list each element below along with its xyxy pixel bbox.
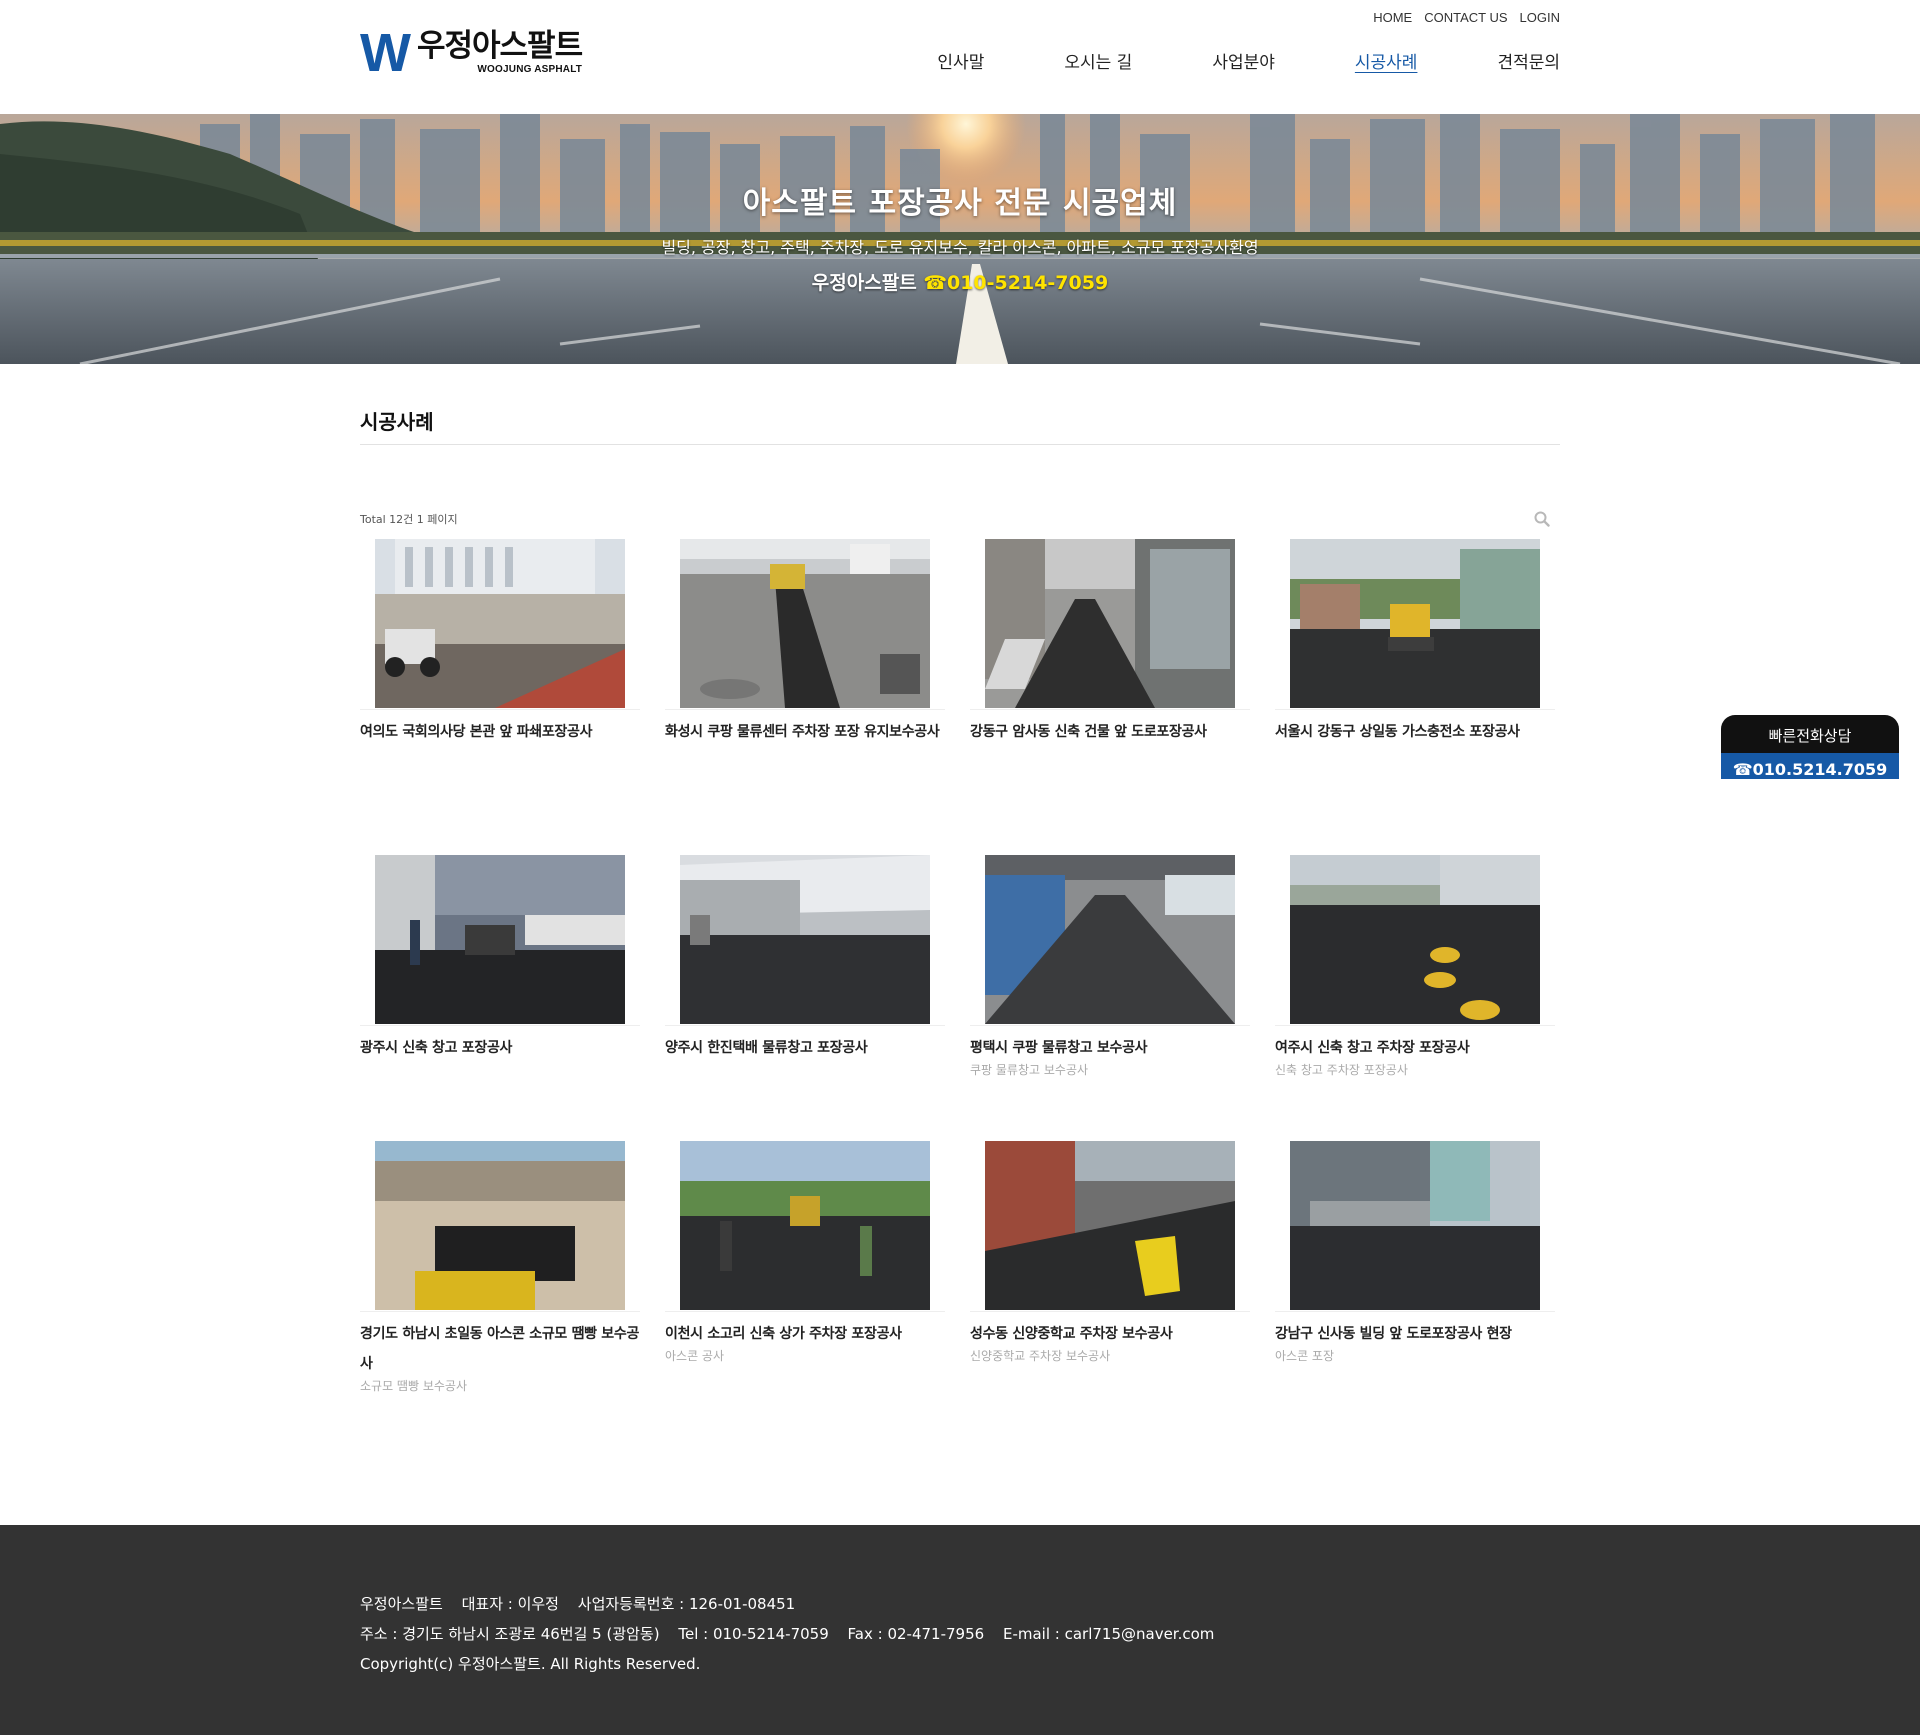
case-title[interactable]: 서울시 강동구 상일동 가스충전소 포장공사 [1275,717,1555,747]
nav-business[interactable]: 사업분야 [1212,48,1275,73]
quick-call-phone[interactable]: ☎010.5214.7059 [1721,753,1899,779]
case-thumbnail[interactable] [680,539,930,708]
site-logo[interactable]: W 우정아스팔트 WOOJUNG ASPHALT [360,23,583,83]
gallery-item[interactable]: 성수동 신양중학교 주차장 보수공사 신양중학교 주차장 보수공사 [970,1141,1250,1393]
gallery-row-3: 경기도 하남시 초일동 아스콘 소규모 땜빵 보수공사 소규모 땜빵 보수공사 … [360,1141,1560,1393]
case-title[interactable]: 성수동 신양중학교 주차장 보수공사 [970,1319,1250,1349]
content-area: 시공사례 Total 12건 1 페이지 여의도 국회의사당 본관 앞 파쇄포장… [360,364,1560,1393]
hero-company: 우정아스팔트 [811,272,917,294]
search-icon[interactable] [1534,511,1550,527]
case-thumbnail[interactable] [985,855,1235,1024]
gallery-item[interactable]: 서울시 강동구 상일동 가스충전소 포장공사 [1275,539,1555,847]
gallery-item[interactable]: 광주시 신축 창고 포장공사 [360,855,640,1133]
case-title[interactable]: 광주시 신축 창고 포장공사 [360,1033,640,1063]
case-title[interactable]: 화성시 쿠팡 물류센터 주차장 포장 유지보수공사 [665,717,945,747]
case-description: 쿠팡 물류창고 보수공사 [970,1063,1089,1077]
case-title[interactable]: 강남구 신사동 빌딩 앞 도로포장공사 현장 [1275,1319,1555,1349]
hero-title: 아스팔트 포장공사 전문 시공업체 [742,186,1178,221]
nav-directions[interactable]: 오시는 길 [1064,48,1132,73]
gallery-row-1: 여의도 국회의사당 본관 앞 파쇄포장공사 화성시 쿠팡 물류센터 주차장 포장… [360,539,1560,847]
footer-tel: Tel : 010-5214-7059 [678,1625,829,1643]
gallery-item[interactable]: 양주시 한진택배 물류창고 포장공사 [665,855,945,1133]
footer-email[interactable]: E-mail : carl715@naver.com [1003,1625,1214,1643]
logo-mark: W [360,23,411,83]
site-header: W 우정아스팔트 WOOJUNG ASPHALT HOME CONTACT US… [360,0,1560,114]
hero-phone[interactable]: 010-5214-7059 [947,272,1108,294]
case-thumbnail[interactable] [680,855,930,1024]
nav-greeting[interactable]: 인사말 [937,48,984,73]
case-thumbnail[interactable] [375,855,625,1024]
gallery-item[interactable]: 이천시 소고리 신축 상가 주차장 포장공사 아스콘 공사 [665,1141,945,1393]
footer-ceo: 대표자 : 이우정 [461,1595,559,1613]
case-thumbnail[interactable] [1290,855,1540,1024]
case-title[interactable]: 여주시 신축 창고 주차장 포장공사 [1275,1033,1555,1063]
case-description: 아스콘 포장 [1275,1349,1335,1363]
case-thumbnail[interactable] [680,1141,930,1310]
gallery-item[interactable]: 평택시 쿠팡 물류창고 보수공사 쿠팡 물류창고 보수공사 [970,855,1250,1133]
case-thumbnail[interactable] [985,539,1235,708]
case-description: 신축 창고 주차장 포장공사 [1275,1063,1408,1077]
case-title[interactable]: 강동구 암사동 신축 건물 앞 도로포장공사 [970,717,1250,747]
case-title[interactable]: 이천시 소고리 신축 상가 주차장 포장공사 [665,1319,945,1349]
footer-company-line: 우정아스팔트 대표자 : 이우정 사업자등록번호 : 126-01-08451 [360,1589,1560,1619]
gallery-item[interactable]: 여주시 신축 창고 주차장 포장공사 신축 창고 주차장 포장공사 [1275,855,1555,1133]
case-thumbnail[interactable] [1290,539,1540,708]
case-title[interactable]: 경기도 하남시 초일동 아스콘 소규모 땜빵 보수공사 [360,1319,640,1379]
utility-menu: HOME CONTACT US LOGIN [1373,10,1560,25]
gallery-item[interactable]: 여의도 국회의사당 본관 앞 파쇄포장공사 [360,539,640,847]
main-nav: 인사말 오시는 길 사업분야 시공사례 견적문의 [857,48,1560,73]
site-footer: 우정아스팔트 대표자 : 이우정 사업자등록번호 : 126-01-08451 … [0,1525,1920,1735]
util-home-link[interactable]: HOME [1373,10,1412,25]
quick-call-widget[interactable]: 빠른전화상담 ☎010.5214.7059 [1721,715,1899,779]
case-description: 소규모 땜빵 보수공사 [360,1379,467,1393]
footer-biz-no: 사업자등록번호 : 126-01-08451 [577,1595,796,1613]
case-title[interactable]: 양주시 한진택배 물류창고 포장공사 [665,1033,945,1063]
nav-estimate[interactable]: 견적문의 [1497,48,1560,73]
footer-fax: Fax : 02-471-7956 [847,1625,985,1643]
gallery-item[interactable]: 경기도 하남시 초일동 아스콘 소규모 땜빵 보수공사 소규모 땜빵 보수공사 [360,1141,640,1393]
phone-icon: ☎ [923,272,947,294]
gallery-item[interactable]: 강동구 암사동 신축 건물 앞 도로포장공사 [970,539,1250,847]
gallery-item[interactable]: 강남구 신사동 빌딩 앞 도로포장공사 현장 아스콘 포장 [1275,1141,1555,1393]
board-summary: Total 12건 1 페이지 [360,511,1560,531]
case-title[interactable]: 여의도 국회의사당 본관 앞 파쇄포장공사 [360,717,640,747]
case-description: 아스콘 공사 [665,1349,725,1363]
case-description: 신양중학교 주차장 보수공사 [970,1349,1111,1363]
case-title[interactable]: 평택시 쿠팡 물류창고 보수공사 [970,1033,1250,1063]
hero-banner: 아스팔트 포장공사 전문 시공업체 빌딩, 공장, 창고, 주택, 주차장, 도… [0,114,1920,364]
nav-cases[interactable]: 시공사례 [1355,48,1418,73]
case-thumbnail[interactable] [985,1141,1235,1310]
logo-name: 우정아스팔트 [416,28,583,64]
footer-address: 주소 : 경기도 하남시 조광로 46번길 5 (광암동) [360,1625,660,1643]
quick-call-title: 빠른전화상담 [1768,727,1852,745]
footer-copyright: Copyright(c) 우정아스팔트. All Rights Reserved… [360,1655,701,1673]
util-login-link[interactable]: LOGIN [1520,10,1560,25]
hero-subtitle: 빌딩, 공장, 창고, 주택, 주차장, 도로 유지보수, 칼라 아스콘, 아파… [661,238,1259,257]
logo-english-name: WOOJUNG ASPHALT [477,64,583,75]
hero-contact: 우정아스팔트 ☎010-5214-7059 [0,268,1920,295]
case-thumbnail[interactable] [1290,1141,1540,1310]
gallery-item[interactable]: 화성시 쿠팡 물류센터 주차장 포장 유지보수공사 [665,539,945,847]
case-thumbnail[interactable] [375,1141,625,1310]
case-thumbnail[interactable] [375,539,625,708]
board-total: Total 12건 1 페이지 [360,513,458,526]
footer-company: 우정아스팔트 [360,1595,443,1613]
gallery-row-2: 광주시 신축 창고 포장공사 양주시 한진택배 물류창고 포장공사 평택시 쿠팡… [360,855,1560,1133]
page-title: 시공사례 [360,364,1560,445]
footer-contact-line: 주소 : 경기도 하남시 조광로 46번길 5 (광암동) Tel : 010-… [360,1619,1560,1649]
util-contact-link[interactable]: CONTACT US [1424,10,1507,25]
